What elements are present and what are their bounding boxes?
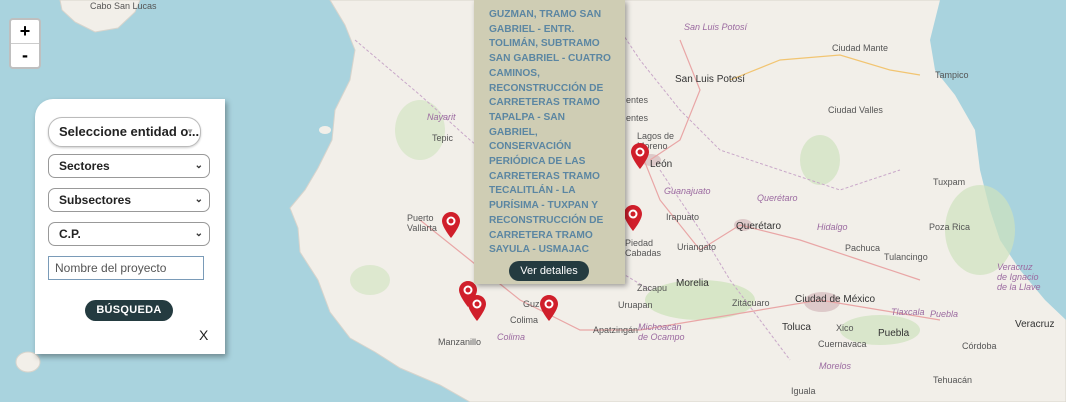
place-label: Colima	[497, 332, 526, 342]
subsectors-select-value: Subsectores	[59, 193, 132, 207]
place-label: Iguala	[791, 386, 816, 396]
place-label: San Luis Potosí	[684, 22, 748, 32]
view-details-button[interactable]: Ver detalles	[509, 261, 589, 281]
project-name-input[interactable]: Nombre del proyecto	[48, 256, 204, 280]
map-marker-icon[interactable]	[468, 295, 486, 321]
map-marker-icon[interactable]	[540, 295, 558, 321]
place-label: Pachuca	[845, 243, 881, 253]
place-label: Ciudad de México	[795, 294, 876, 305]
subsectors-select[interactable]: Subsectores ⌄	[48, 188, 210, 212]
place-label: Córdoba	[962, 341, 997, 351]
place-label: Colima	[510, 315, 539, 325]
place-label: Tehuacán	[933, 375, 973, 385]
place-label: Manzanillo	[438, 337, 482, 347]
zoom-out-button[interactable]: -	[11, 44, 39, 67]
map-marker-icon[interactable]	[631, 143, 649, 169]
place-label: San Luis Potosí	[675, 74, 746, 85]
place-label: Puerto Vallarta	[407, 213, 437, 233]
place-label: Tepic	[432, 133, 454, 143]
place-label: Tuxpam	[933, 177, 966, 187]
place-label: Guz	[523, 299, 540, 309]
place-label: entes	[626, 113, 649, 123]
place-label: Morelia	[676, 278, 709, 289]
place-label: Cabo San Lucas	[90, 1, 157, 11]
place-label: Uriangato	[677, 242, 717, 252]
place-label: Cuernavaca	[818, 339, 867, 349]
place-label: Puebla	[878, 328, 910, 339]
place-label: Veracruz de Ignacio de la Llave	[997, 262, 1041, 292]
sectors-select-value: Sectores	[59, 159, 110, 173]
place-label: Tampico	[935, 70, 969, 80]
place-label: Hidalgo	[817, 222, 848, 232]
place-label: Poza Rica	[929, 222, 971, 232]
place-label: León	[650, 159, 673, 170]
chevron-down-icon: ⌄	[194, 228, 203, 239]
map-marker-icon[interactable]	[442, 212, 460, 238]
place-label: Tlaxcala	[891, 307, 925, 317]
place-label: Veracruz	[1015, 319, 1055, 330]
place-label: Querétaro	[736, 221, 782, 232]
search-button[interactable]: BÚSQUEDA	[85, 300, 173, 321]
place-label: Zitácuaro	[732, 298, 770, 308]
place-label: Guanajuato	[664, 186, 711, 196]
place-label: Puebla	[930, 309, 959, 319]
place-label: Morelos	[819, 361, 852, 371]
place-label: Nayarit	[427, 112, 456, 122]
close-button[interactable]: X	[199, 327, 208, 343]
entity-select-value: Seleccione entidad o...	[59, 124, 200, 139]
place-label: Xico	[836, 323, 854, 333]
zoom-in-button[interactable]: +	[11, 20, 39, 44]
place-label: Apatzingán	[593, 325, 639, 335]
place-label: Michoacán de Ocampo	[638, 322, 685, 342]
place-label: Uruapan	[618, 300, 653, 310]
chevron-down-icon: ▼	[186, 127, 194, 136]
entity-select[interactable]: Seleccione entidad o... ▼	[48, 117, 201, 147]
chevron-down-icon: ⌄	[194, 160, 203, 171]
sectors-select[interactable]: Sectores ⌄	[48, 154, 210, 178]
chevron-down-icon: ⌄	[194, 194, 203, 205]
place-label: Ciudad Valles	[828, 105, 883, 115]
project-popup: GUZMAN, TRAMO SAN GABRIEL - ENTR. TOLIMÁ…	[474, 0, 625, 284]
zoom-control: + -	[9, 18, 41, 69]
place-label: Zacapu	[637, 283, 668, 293]
place-label: entes	[626, 95, 649, 105]
place-label: Ciudad Mante	[832, 43, 889, 53]
place-label: Tulancingo	[884, 252, 928, 262]
cp-select[interactable]: C.P. ⌄	[48, 222, 210, 246]
map-marker-icon[interactable]	[624, 205, 642, 231]
place-label: Irapuato	[666, 212, 700, 222]
place-label: Piedad Cabadas	[625, 238, 662, 258]
cp-select-value: C.P.	[59, 227, 81, 241]
project-description: GUZMAN, TRAMO SAN GABRIEL - ENTR. TOLIMÁ…	[489, 9, 611, 256]
search-filter-panel: Seleccione entidad o... ▼ Sectores ⌄ Sub…	[35, 99, 225, 354]
place-label: Querétaro	[757, 193, 798, 203]
place-label: Toluca	[782, 322, 811, 333]
